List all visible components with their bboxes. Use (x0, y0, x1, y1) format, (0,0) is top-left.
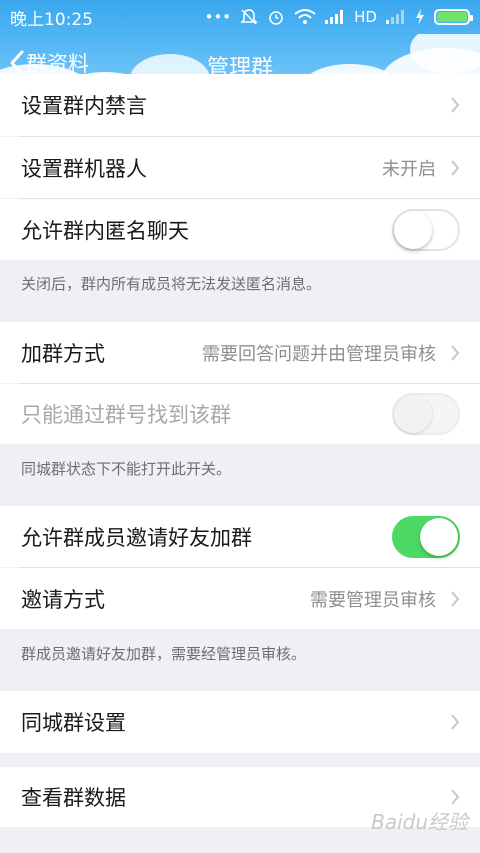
row-value: 需要回答问题并由管理员审核 (202, 343, 436, 365)
chevron-right-icon (451, 590, 460, 607)
row-join-method[interactable]: 加群方式 需要回答问题并由管理员审核 (0, 322, 480, 383)
row-label: 设置群内禁言 (21, 94, 147, 118)
alarm-icon (269, 11, 283, 25)
row-label: 查看群数据 (21, 786, 126, 810)
city-note: 同城群状态下不能打开此开关。 (21, 460, 232, 478)
row-value: 未开启 (382, 158, 436, 180)
watermark: Baidu经验 (371, 810, 468, 834)
row-city-group-settings[interactable]: 同城群设置 (0, 691, 480, 753)
row-member-invite: 允许群成员邀请好友加群 (0, 506, 480, 567)
row-group-robot[interactable]: 设置群机器人 未开启 (0, 137, 480, 198)
row-label: 允许群成员邀请好友加群 (21, 525, 252, 550)
mute-bell-icon (240, 9, 258, 25)
row-anonymous-chat: 允许群内匿名聊天 (0, 199, 480, 260)
row-value: 需要管理员审核 (310, 589, 436, 611)
page-title: 管理群 (206, 56, 273, 81)
row-invite-method[interactable]: 邀请方式 需要管理员审核 (0, 568, 480, 629)
status-time: 晚上10:25 (10, 9, 93, 30)
charging-icon (416, 9, 424, 25)
anonymous-chat-toggle[interactable] (392, 208, 460, 251)
wifi-icon (294, 9, 316, 24)
invite-note: 群成员邀请好友加群，需要经管理员审核。 (21, 645, 307, 663)
row-label: 设置群机器人 (21, 156, 147, 181)
search-by-number-toggle (392, 393, 460, 435)
chevron-right-icon (451, 159, 460, 176)
chevron-right-icon (451, 789, 460, 805)
row-label: 只能通过群号找到该群 (21, 403, 231, 427)
battery-icon (434, 9, 473, 25)
status-bar: 晚上10:25 ••• HD (0, 0, 480, 34)
network-type: HD (354, 8, 377, 26)
chevron-right-icon (451, 97, 460, 113)
row-label: 邀请方式 (21, 587, 105, 612)
row-label: 同城群设置 (21, 711, 126, 735)
chevron-right-icon (451, 714, 460, 730)
anonymous-note: 关闭后，群内所有成员将无法发送匿名消息。 (21, 275, 322, 293)
row-label: 加群方式 (21, 341, 105, 366)
signal-icon (325, 10, 344, 24)
row-mute[interactable]: 设置群内禁言 (0, 74, 480, 136)
signal-weak-icon (386, 10, 404, 24)
more-dots-icon: ••• (204, 8, 232, 26)
member-invite-toggle[interactable] (392, 515, 460, 558)
status-icons: ••• HD (204, 8, 473, 26)
row-label: 允许群内匿名聊天 (21, 218, 189, 243)
row-search-by-number: 只能通过群号找到该群 (0, 384, 480, 444)
chevron-right-icon (451, 344, 460, 361)
